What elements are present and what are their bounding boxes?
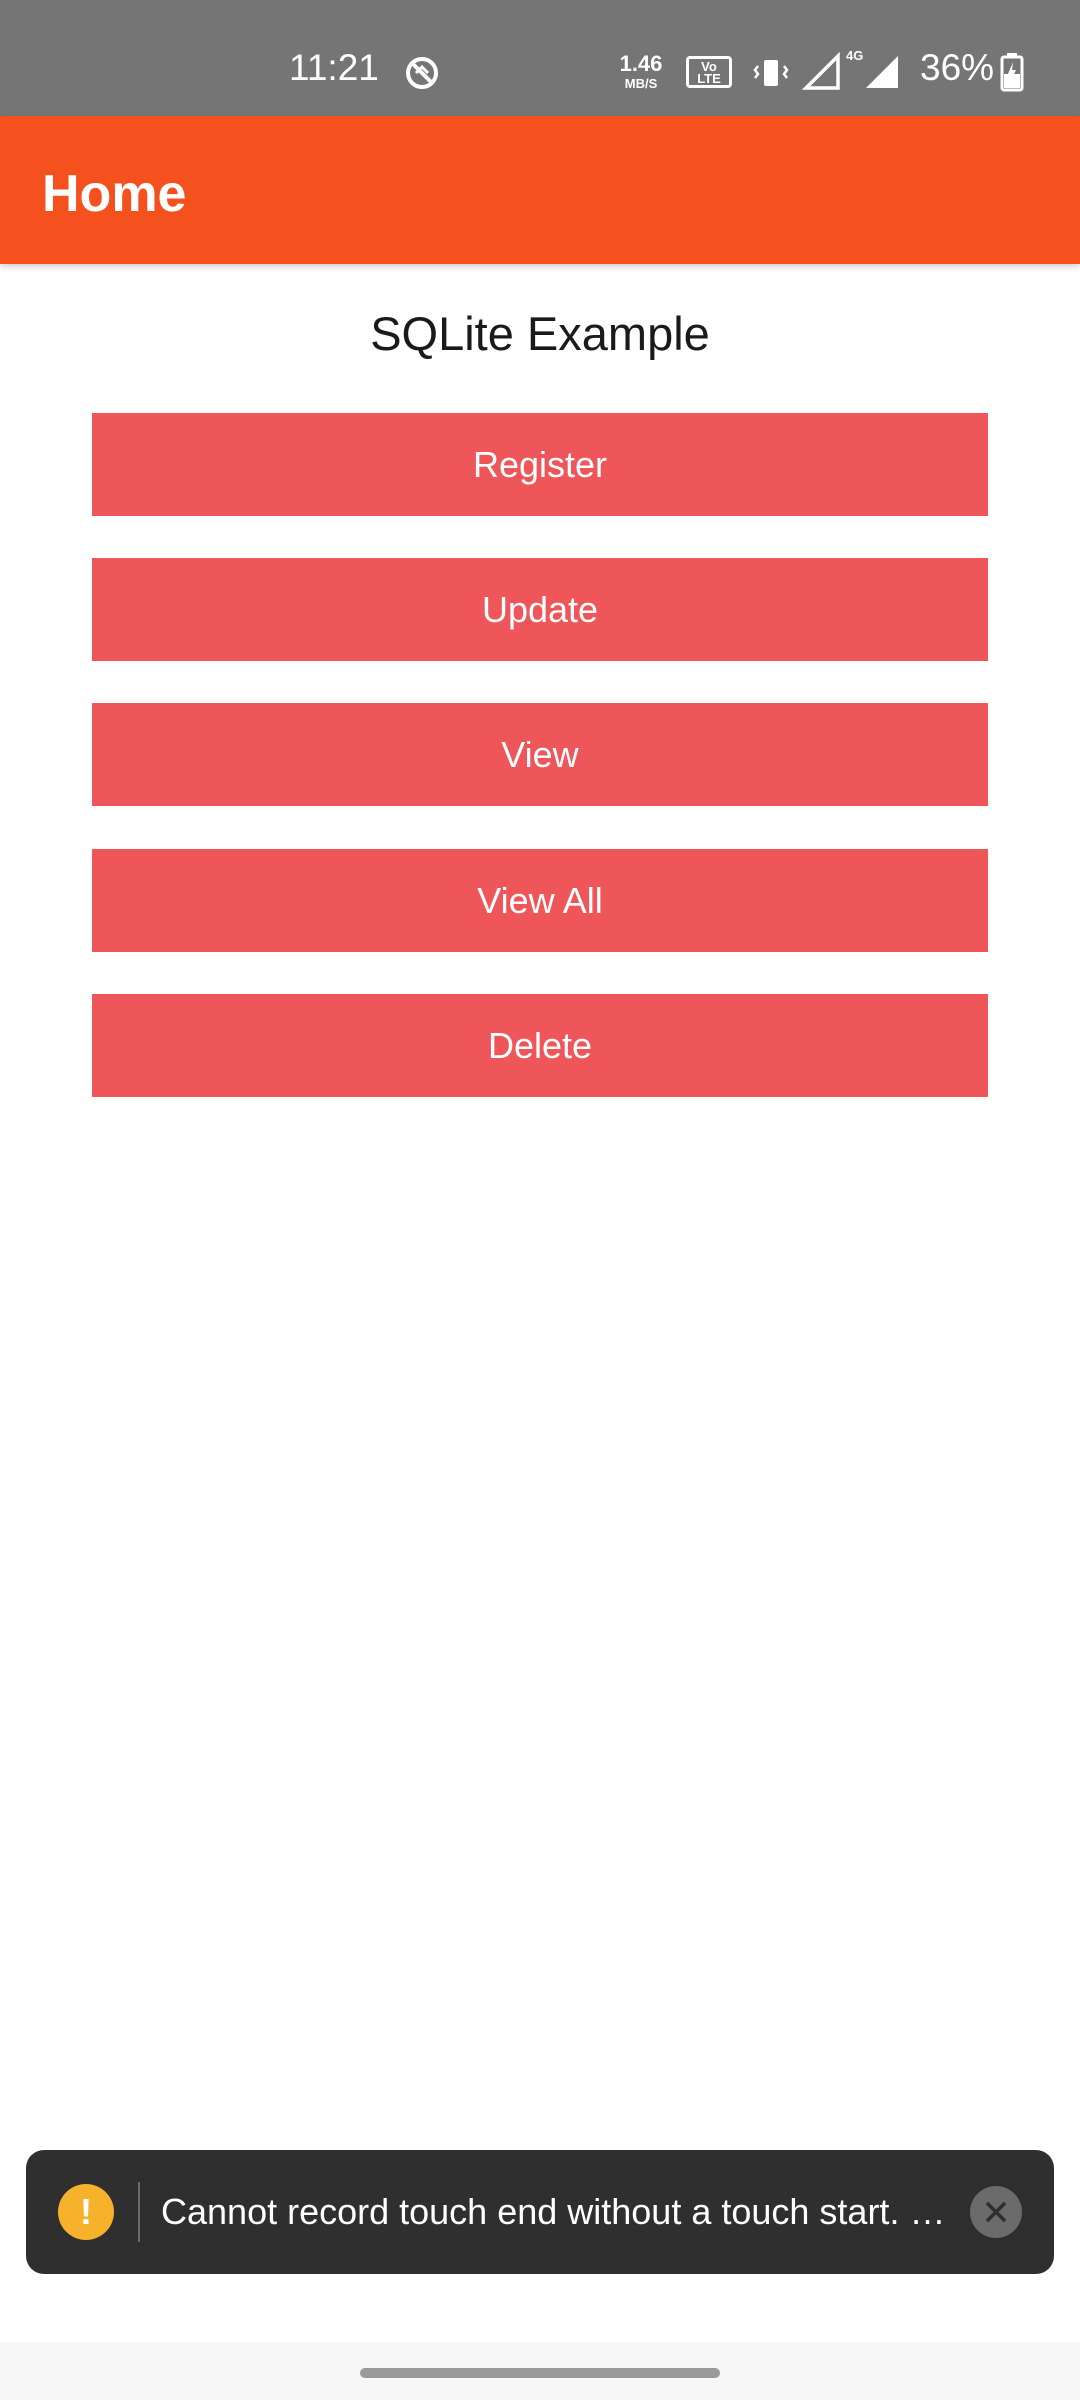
update-button[interactable]: Update bbox=[92, 558, 988, 661]
network-speed: 1.46 MB/S bbox=[619, 51, 663, 91]
app-bar: Home bbox=[0, 116, 1080, 264]
sync-off-icon bbox=[406, 57, 438, 89]
app-bar-title: Home bbox=[42, 165, 187, 223]
view-all-button[interactable]: View All bbox=[92, 849, 988, 952]
vibrate-icon bbox=[753, 60, 789, 86]
close-icon[interactable] bbox=[970, 2186, 1022, 2238]
toast-message: ! Cannot record touch end without a touc… bbox=[26, 2150, 1054, 2274]
volte-icon: Vo LTE bbox=[686, 56, 732, 88]
status-bar: 11:21 1.46 MB/S Vo LTE 4G 36% bbox=[0, 0, 1080, 116]
delete-button[interactable]: Delete bbox=[92, 994, 988, 1097]
battery-percent: 36% bbox=[920, 47, 995, 88]
battery-charging-icon bbox=[1000, 53, 1024, 92]
page-title: SQLite Example bbox=[370, 307, 710, 360]
toast-divider bbox=[138, 2182, 140, 2242]
close-x-icon bbox=[986, 2202, 1006, 2222]
signal-icon bbox=[802, 52, 840, 90]
signal-4g-icon bbox=[866, 56, 898, 88]
register-button[interactable]: Register bbox=[92, 413, 988, 516]
navigation-bar bbox=[0, 2342, 1080, 2400]
toast-text: Cannot record touch end without a touch … bbox=[161, 2191, 946, 2232]
warning-icon: ! bbox=[58, 2184, 114, 2240]
home-gesture-handle[interactable] bbox=[360, 2368, 720, 2378]
view-button[interactable]: View bbox=[92, 703, 988, 806]
status-time: 11:21 bbox=[289, 47, 379, 88]
